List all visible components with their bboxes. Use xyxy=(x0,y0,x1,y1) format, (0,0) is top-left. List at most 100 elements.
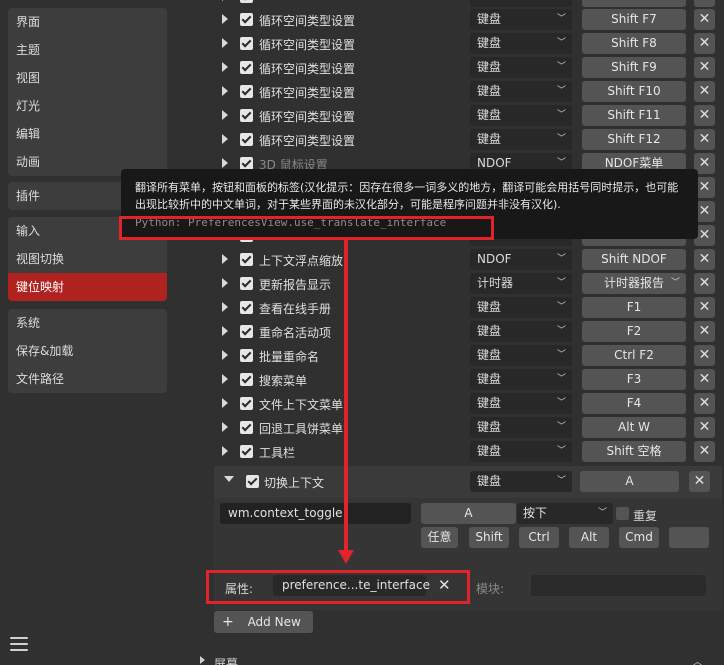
device-dropdown[interactable]: NDOF ﹀ xyxy=(470,249,572,270)
remove-button[interactable]: ✕ xyxy=(694,105,715,126)
remove-button[interactable]: ✕ xyxy=(694,273,715,294)
expand-triangle-icon[interactable] xyxy=(222,398,228,408)
expand-triangle-icon[interactable] xyxy=(222,62,228,72)
device-dropdown[interactable]: 键盘 ﹀ xyxy=(470,345,572,366)
modifier-alt-button[interactable]: Alt xyxy=(569,527,609,548)
key-button[interactable]: Shift F11 xyxy=(582,105,686,126)
modifier-cmd-button[interactable]: Cmd xyxy=(619,527,659,548)
remove-button[interactable]: ✕ xyxy=(694,417,715,438)
expand-triangle-icon[interactable] xyxy=(222,38,228,48)
expand-triangle-icon[interactable] xyxy=(222,278,228,288)
remove-button[interactable]: ✕ xyxy=(694,321,715,342)
expand-triangle-icon[interactable] xyxy=(222,134,228,144)
add-new-button[interactable]: + Add New xyxy=(214,611,313,633)
device-dropdown[interactable]: 键盘 ﹀ xyxy=(470,441,572,462)
modifier-ctrl-button[interactable]: Ctrl xyxy=(519,527,559,548)
enable-checkbox[interactable] xyxy=(240,61,253,74)
key-button[interactable]: Shift NDOF Minus xyxy=(582,249,686,287)
key-button[interactable]: F4 xyxy=(582,393,686,414)
remove-button[interactable]: ✕ xyxy=(694,129,715,150)
enable-checkbox[interactable] xyxy=(240,397,253,410)
key-button[interactable]: F3 xyxy=(582,369,686,390)
sidebar-item-interface[interactable]: 界面 xyxy=(8,8,167,36)
sidebar-item-editing[interactable]: 编辑 xyxy=(8,120,167,148)
device-dropdown[interactable]: 键盘 ﹀ xyxy=(470,369,572,390)
device-dropdown[interactable]: 计时器 ﹀ xyxy=(470,273,572,294)
key-button[interactable]: F2 xyxy=(582,321,686,342)
enable-checkbox[interactable] xyxy=(246,475,259,488)
key-button[interactable]: Shift F8 xyxy=(582,33,686,54)
enable-checkbox[interactable] xyxy=(240,445,253,458)
sidebar-item-lights[interactable]: 灯光 xyxy=(8,92,167,120)
enable-checkbox[interactable] xyxy=(240,253,253,266)
remove-button[interactable]: ✕ xyxy=(694,345,715,366)
remove-button[interactable]: ✕ xyxy=(694,57,715,78)
key-button[interactable]: F1 xyxy=(582,297,686,318)
remove-button[interactable]: ✕ xyxy=(694,33,715,54)
expand-triangle-icon[interactable] xyxy=(222,350,228,360)
remove-button[interactable]: ✕ xyxy=(689,471,710,492)
sidebar-item-file-paths[interactable]: 文件路径 xyxy=(8,365,167,393)
device-dropdown[interactable]: 键盘 ﹀ xyxy=(470,33,572,54)
expand-triangle-icon[interactable] xyxy=(222,422,228,432)
device-dropdown[interactable]: 键盘 ﹀ xyxy=(470,417,572,438)
device-dropdown[interactable]: 键盘 ﹀ xyxy=(470,81,572,102)
sidebar-item-save-load[interactable]: 保存&加载 xyxy=(8,337,167,365)
expand-triangle-icon[interactable] xyxy=(222,14,228,24)
key-button[interactable] xyxy=(582,0,686,7)
key-button[interactable]: Ctrl F2 xyxy=(582,345,686,366)
key-modifier-button[interactable] xyxy=(669,527,709,548)
device-dropdown[interactable]: 键盘 ﹀ xyxy=(470,57,572,78)
device-dropdown[interactable]: 键盘 ﹀ xyxy=(470,321,572,342)
expand-triangle-icon[interactable] xyxy=(222,302,228,312)
remove-button[interactable]: ✕ xyxy=(694,249,715,270)
sidebar-item-viewport[interactable]: 视图 xyxy=(8,64,167,92)
enable-checkbox[interactable] xyxy=(240,421,253,434)
enable-checkbox[interactable] xyxy=(240,109,253,122)
sidebar-item-navigation[interactable]: 视图切换 xyxy=(8,245,167,273)
modifier-any-button[interactable]: 任意 xyxy=(421,527,458,548)
repeat-checkbox[interactable] xyxy=(616,507,629,520)
expand-triangle-icon[interactable] xyxy=(222,374,228,384)
menu-icon[interactable] xyxy=(10,637,28,653)
remove-button[interactable]: ✕ xyxy=(694,369,715,390)
sidebar-item-themes[interactable]: 主题 xyxy=(8,36,167,64)
device-dropdown[interactable]: 键盘 ﹀ xyxy=(470,129,572,150)
key-button[interactable]: Shift F10 xyxy=(582,81,686,102)
remove-button[interactable]: ✕ xyxy=(694,441,715,462)
device-dropdown[interactable]: 键盘 ﹀ xyxy=(470,297,572,318)
key-button[interactable]: Shift 空格 xyxy=(582,441,686,462)
remove-button[interactable]: ✕ xyxy=(694,9,715,30)
event-type-dropdown[interactable]: 按下 ﹀ xyxy=(517,503,613,524)
device-dropdown[interactable]: 键盘 ﹀ xyxy=(470,471,572,492)
module-field[interactable] xyxy=(531,575,706,596)
key-capture-button[interactable]: A xyxy=(421,503,516,524)
key-button[interactable]: Alt W xyxy=(582,417,686,438)
device-dropdown[interactable]: 键盘 ﹀ xyxy=(470,105,572,126)
expand-triangle-icon[interactable] xyxy=(222,446,228,456)
collapse-triangle-icon[interactable] xyxy=(224,476,234,482)
key-button[interactable]: A xyxy=(580,471,679,492)
modifier-shift-button[interactable]: Shift xyxy=(469,527,509,548)
enable-checkbox[interactable] xyxy=(240,13,253,26)
device-dropdown[interactable]: 键盘 ﹀ xyxy=(470,393,572,414)
key-button[interactable]: Shift F7 xyxy=(582,9,686,30)
expand-triangle-icon[interactable] xyxy=(222,254,228,264)
expand-triangle-icon[interactable] xyxy=(222,158,228,168)
expand-triangle-icon[interactable] xyxy=(222,326,228,336)
enable-checkbox[interactable] xyxy=(240,85,253,98)
enable-checkbox[interactable] xyxy=(240,277,253,290)
enable-checkbox[interactable] xyxy=(240,0,253,3)
expand-triangle-icon[interactable] xyxy=(200,656,205,664)
remove-button[interactable]: ✕ xyxy=(694,0,715,7)
device-dropdown[interactable]: 键盘 ﹀ xyxy=(470,9,572,30)
enable-checkbox[interactable] xyxy=(240,301,253,314)
sidebar-item-system[interactable]: 系统 xyxy=(8,309,167,337)
remove-button[interactable]: ✕ xyxy=(694,297,715,318)
remove-button[interactable]: ✕ xyxy=(694,393,715,414)
enable-checkbox[interactable] xyxy=(240,349,253,362)
remove-button[interactable]: ✕ xyxy=(694,81,715,102)
key-button[interactable]: 计时器报告 ﹀ xyxy=(582,273,686,294)
expand-triangle-icon[interactable] xyxy=(222,110,228,120)
key-button[interactable]: Shift F12 xyxy=(582,129,686,150)
